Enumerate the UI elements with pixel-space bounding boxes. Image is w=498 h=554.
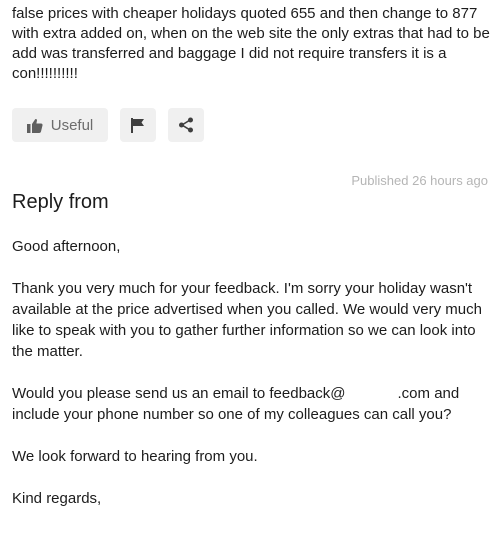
share-button[interactable]: [168, 108, 204, 142]
share-icon: [178, 117, 194, 133]
reply-paragraph-2-domain: .com: [397, 385, 431, 402]
thumbs-up-icon: [26, 118, 43, 133]
reply-body: Good afternoon, Thank you very much for …: [12, 236, 490, 530]
reply-paragraph-2-start: Would you please send us an email to fee…: [12, 385, 346, 402]
report-button[interactable]: [120, 108, 156, 142]
useful-button[interactable]: Useful: [12, 108, 108, 142]
published-timestamp: Published 26 hours ago: [351, 173, 488, 188]
useful-label: Useful: [50, 116, 94, 134]
reply-paragraph-2: Would you please send us an email to fee…: [12, 383, 490, 425]
review-body-text: false prices with cheaper holidays quote…: [12, 5, 490, 82]
review-actions: Useful: [12, 108, 204, 142]
reply-title: Reply from: [12, 191, 109, 213]
review-text: false prices with cheaper holidays quote…: [12, 4, 492, 84]
reply-paragraph-3: We look forward to hearing from you.: [12, 448, 258, 465]
reply-signoff: Kind regards,: [12, 490, 102, 507]
reply-paragraph-1: Thank you very much for your feedback. I…: [12, 280, 482, 360]
reply-greeting: Good afternoon,: [12, 238, 121, 255]
flag-icon: [131, 117, 145, 133]
